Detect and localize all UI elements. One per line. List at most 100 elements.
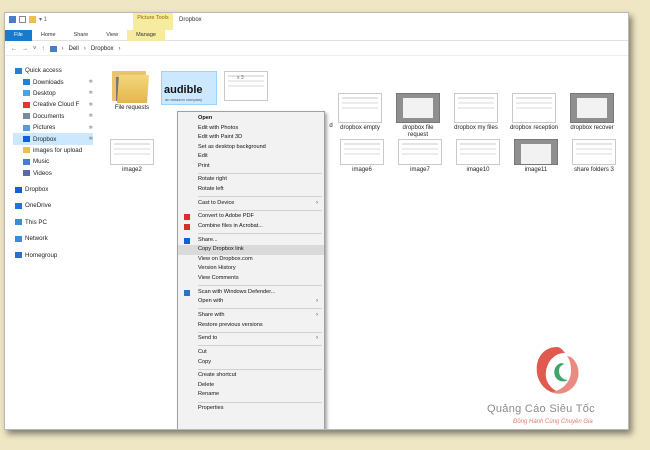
file-item[interactable]: dropbox reception bbox=[509, 93, 559, 132]
menu-item-label: Combine files in Acrobat... bbox=[198, 223, 263, 230]
file-item[interactable]: dropbox recover bbox=[567, 93, 617, 132]
tab-home[interactable]: Home bbox=[32, 30, 65, 41]
menu-item-copy[interactable]: Copy bbox=[178, 358, 324, 368]
pin-icon[interactable]: ✲ bbox=[89, 113, 93, 119]
file-item[interactable]: x 3 bbox=[221, 71, 271, 101]
file-item[interactable]: share folders 3 bbox=[569, 139, 619, 174]
menu-item-combine-files-in-acrobat[interactable]: Combine files in Acrobat... bbox=[178, 222, 324, 232]
nav-item-onedrive[interactable]: OneDrive bbox=[13, 200, 93, 211]
menu-item-open[interactable]: Open bbox=[178, 114, 324, 124]
nav-item-label: images for upload bbox=[33, 146, 83, 154]
menu-item-create-shortcut[interactable]: Create shortcut bbox=[178, 371, 324, 381]
menu-item-scan-with-windows-defender[interactable]: Scan with Windows Defender... bbox=[178, 288, 324, 298]
back-arrow-icon[interactable]: ← bbox=[11, 46, 17, 52]
nav-item-homegroup[interactable]: Homegroup bbox=[13, 249, 93, 260]
nav-item-images-for-upload[interactable]: images for upload bbox=[13, 145, 93, 156]
menu-item-label: Share with bbox=[198, 311, 225, 318]
menu-item-label: Delete bbox=[198, 381, 215, 388]
menu-item-rotate-left[interactable]: Rotate left bbox=[178, 185, 324, 195]
nav-item-creative-cloud-f[interactable]: Creative Cloud F ✲ bbox=[13, 99, 93, 110]
breadcrumb-dropbox[interactable]: Dropbox bbox=[91, 46, 114, 52]
breadcrumb-separator: › bbox=[83, 45, 86, 52]
tab-share[interactable]: Share bbox=[65, 30, 98, 41]
nav-item-pictures[interactable]: Pictures ✲ bbox=[13, 122, 93, 133]
file-item[interactable]: dropbox file request bbox=[393, 93, 443, 139]
menu-item-cast-to-device[interactable]: Cast to Device › bbox=[178, 199, 324, 209]
nav-item-videos[interactable]: Videos bbox=[13, 168, 93, 179]
menu-item-edit[interactable]: Edit bbox=[178, 152, 324, 162]
menu-item-properties[interactable]: Properties bbox=[178, 404, 324, 414]
nav-item-music[interactable]: Music bbox=[13, 156, 93, 167]
nav-item-this-pc[interactable]: This PC bbox=[13, 217, 93, 228]
file-item[interactable]: image10 bbox=[453, 139, 503, 174]
pin-icon[interactable]: ✲ bbox=[89, 102, 93, 108]
forward-arrow-icon[interactable]: → bbox=[22, 46, 28, 52]
nav-item-quick-access[interactable]: Quick access bbox=[13, 65, 93, 76]
image-thumbnail bbox=[512, 93, 556, 123]
nav-item-label: Quick access bbox=[25, 67, 62, 75]
nav-item-desktop[interactable]: Desktop ✲ bbox=[13, 88, 93, 99]
pin-icon[interactable]: ✲ bbox=[89, 90, 93, 96]
properties-icon[interactable] bbox=[19, 16, 26, 23]
menu-item-label: Rotate right bbox=[198, 176, 227, 183]
file-item[interactable]: dropbox empty bbox=[335, 93, 385, 132]
menu-item-restore-previous-versions[interactable]: Restore previous versions bbox=[178, 321, 324, 331]
menu-item-edit-with-paint-3d[interactable]: Edit with Paint 3D bbox=[178, 133, 324, 143]
nav-item-label: Music bbox=[33, 158, 50, 166]
homegroup-icon bbox=[15, 252, 22, 259]
tab-manage[interactable]: Manage bbox=[127, 30, 165, 41]
thumbnail-text: x 3 bbox=[237, 75, 244, 81]
brand-logo-icon bbox=[536, 347, 579, 394]
dropbox-icon bbox=[23, 136, 30, 143]
menu-item-print[interactable]: Print bbox=[178, 162, 324, 172]
menu-item-set-as-desktop-background[interactable]: Set as desktop background bbox=[178, 143, 324, 153]
menu-item-send-to[interactable]: Send to › bbox=[178, 334, 324, 344]
menu-item-copy-dropbox-link[interactable]: Copy Dropbox link bbox=[178, 245, 324, 255]
nav-item-downloads[interactable]: Downloads ✲ bbox=[13, 76, 93, 87]
nav-item-dropbox[interactable]: Dropbox bbox=[13, 184, 93, 195]
pin-icon[interactable]: ✲ bbox=[89, 79, 93, 85]
file-item-selected[interactable]: audible an amazon company bbox=[161, 71, 217, 105]
menu-item-view-comments[interactable]: View Comments bbox=[178, 274, 324, 284]
file-item[interactable]: image7 bbox=[395, 139, 445, 174]
file-item[interactable]: image2 bbox=[107, 139, 157, 174]
menu-item-rename[interactable]: Rename bbox=[178, 390, 324, 400]
menu-item-share[interactable]: Share... bbox=[178, 236, 324, 246]
up-arrow-icon[interactable]: ↑ bbox=[42, 46, 45, 52]
file-item[interactable]: d bbox=[327, 121, 335, 130]
menu-item-label: Convert to Adobe PDF bbox=[198, 213, 254, 220]
pin-icon[interactable]: ✲ bbox=[89, 125, 93, 131]
menu-item-label: Version History bbox=[198, 265, 236, 272]
menu-item-version-history[interactable]: Version History bbox=[178, 264, 324, 274]
nav-item-dropbox[interactable]: Dropbox ✲ bbox=[13, 133, 93, 145]
file-name: image2 bbox=[122, 167, 142, 173]
menu-item-cut[interactable]: Cut bbox=[178, 348, 324, 358]
recent-locations-icon[interactable]: ˅ bbox=[33, 46, 37, 52]
file-item[interactable]: File requests bbox=[107, 69, 157, 112]
nav-item-network[interactable]: Network bbox=[13, 233, 93, 244]
file-item[interactable]: image11 bbox=[511, 139, 561, 174]
menu-item-convert-to-adobe-pdf[interactable]: Convert to Adobe PDF bbox=[178, 212, 324, 222]
picture-tools-group: Picture Tools bbox=[133, 13, 173, 30]
tab-view[interactable]: View bbox=[97, 30, 127, 41]
menu-item-view-on-dropbox-com[interactable]: View on Dropbox.com bbox=[178, 255, 324, 265]
menu-separator bbox=[198, 172, 322, 174]
nav-item-documents[interactable]: Documents ✲ bbox=[13, 111, 93, 122]
menu-item-edit-with-photos[interactable]: Edit with Photos bbox=[178, 124, 324, 134]
tab-file[interactable]: File bbox=[5, 30, 32, 41]
qat-customize[interactable]: ▾ 1 bbox=[39, 16, 47, 23]
breadcrumb-dell[interactable]: Dell bbox=[69, 46, 79, 52]
menu-item-delete[interactable]: Delete bbox=[178, 381, 324, 391]
pin-icon[interactable]: ✲ bbox=[89, 136, 93, 142]
file-item[interactable]: dropbox my files bbox=[451, 93, 501, 132]
file-item[interactable]: image6 bbox=[337, 139, 387, 174]
menu-item-open-with[interactable]: Open with › bbox=[178, 297, 324, 307]
menu-item-share-with[interactable]: Share with › bbox=[178, 311, 324, 321]
videos-icon bbox=[23, 170, 30, 177]
file-name: share folders 3 bbox=[574, 167, 614, 173]
file-name: dropbox recover bbox=[570, 125, 614, 131]
explorer-icon[interactable] bbox=[9, 16, 16, 23]
menu-item-label: Edit with Paint 3D bbox=[198, 134, 243, 141]
menu-item-rotate-right[interactable]: Rotate right bbox=[178, 175, 324, 185]
new-folder-icon[interactable] bbox=[29, 16, 36, 23]
